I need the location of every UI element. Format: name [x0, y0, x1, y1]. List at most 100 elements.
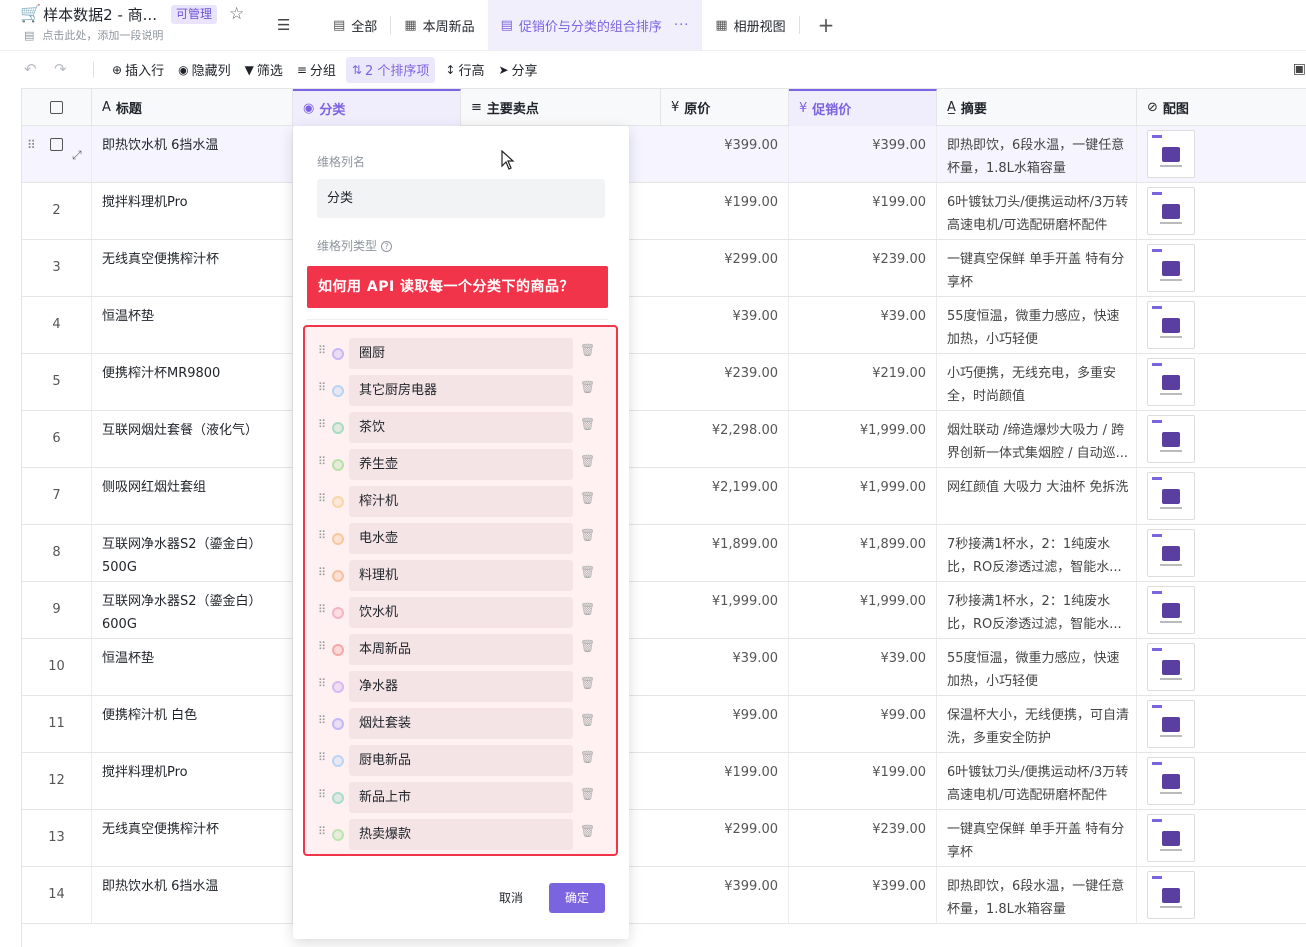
promo-price-cell[interactable]: ¥199.00 — [789, 183, 937, 239]
option-color-dot[interactable] — [332, 644, 344, 656]
option-name-input[interactable]: 榨汁机 — [349, 486, 573, 517]
orig-price-cell[interactable]: ¥239.00 — [661, 354, 789, 410]
sort-button[interactable]: ⇅ 2 个排序项 — [345, 56, 436, 83]
promo-price-cell[interactable]: ¥399.00 — [789, 867, 937, 923]
trash-icon[interactable]: 🗑 — [580, 528, 595, 542]
table-row[interactable]: 4 恒温杯垫 ¥39.00 ¥39.00 55度恒温，微重力感应，快速加热，小巧轻便 — [22, 297, 1306, 354]
orig-price-cell[interactable]: ¥39.00 — [661, 639, 789, 695]
insert-row-button[interactable]: ⊕ 插入行 — [108, 57, 168, 83]
orig-price-cell[interactable]: ¥99.00 — [661, 696, 789, 752]
hide-column-button[interactable]: ◉ 隐藏列 — [174, 57, 235, 83]
drag-handle-icon[interactable]: ⠿ — [318, 529, 326, 542]
title-cell[interactable]: 侧吸网红烟灶套组 — [92, 468, 293, 524]
title-cell[interactable]: 搅拌料理机Pro — [92, 753, 293, 809]
promo-price-cell[interactable]: ¥239.00 — [789, 240, 937, 296]
trash-icon[interactable]: 🗑 — [580, 565, 595, 579]
summary-cell[interactable]: 小巧便携，无线充电，多重安全，时尚颜值 — [937, 354, 1137, 410]
option-color-dot[interactable] — [332, 496, 344, 508]
option-name-input[interactable]: 饮水机 — [349, 597, 573, 628]
trash-icon[interactable]: 🗑 — [580, 602, 595, 616]
table-row[interactable]: 11 便携榨汁机 白色 ¥99.00 ¥99.00 保温杯大小，无线便携，可自清洗，多重… — [22, 696, 1306, 753]
promo-price-cell[interactable]: ¥1,999.00 — [789, 411, 937, 467]
summary-cell[interactable]: 6叶镀钛刀头/便携运动杯/3万转高速电机/可选配研磨杯配件 — [937, 753, 1137, 809]
option-name-input[interactable]: 料理机 — [349, 560, 573, 591]
drag-handle-icon[interactable]: ⠿ — [318, 566, 326, 579]
option-name-input[interactable]: 圈厨 — [349, 338, 573, 369]
column-header-title[interactable]: A 标题 — [92, 89, 293, 126]
title-cell[interactable]: 恒温杯垫 — [92, 297, 293, 353]
more-icon[interactable]: ··· — [674, 18, 689, 33]
promo-price-cell[interactable]: ¥219.00 — [789, 354, 937, 410]
image-cell[interactable] — [1137, 183, 1306, 239]
expand-record-icon[interactable]: ⤢ — [72, 135, 82, 175]
title-cell[interactable]: 即热饮水机 6挡水温 — [92, 867, 293, 923]
orig-price-cell[interactable]: ¥199.00 — [661, 753, 789, 809]
summary-cell[interactable]: 保温杯大小，无线便携，可自清洗，多重安全防护 — [937, 696, 1137, 752]
drag-handle-icon[interactable]: ⠿ — [318, 455, 326, 468]
image-cell[interactable] — [1137, 867, 1306, 923]
summary-cell[interactable]: 7秒接满1杯水，2：1纯废水比，RO反渗透过滤，智能水... — [937, 582, 1137, 638]
summary-cell[interactable]: 烟灶联动 /缔造爆炒大吸力 / 跨界创新一体式集烟腔 / 自动巡... — [937, 411, 1137, 467]
orig-price-cell[interactable]: ¥1,899.00 — [661, 525, 789, 581]
table-row[interactable]: ⠿ ⤢ 即热饮水机 6挡水温 ¥399.00 ¥399.00 即热即饮，6段水温，一键任意… — [22, 126, 1306, 183]
product-thumbnail[interactable] — [1147, 757, 1195, 805]
trash-icon[interactable]: 🗑 — [580, 713, 595, 727]
image-cell[interactable] — [1137, 639, 1306, 695]
field-name-input[interactable]: 分类 — [317, 179, 605, 218]
table-row[interactable]: 10 恒温杯垫 ¥39.00 ¥39.00 55度恒温，微重力感应，快速加热，小巧轻便 — [22, 639, 1306, 696]
doc-title[interactable]: 样本数据2 - 商... — [43, 4, 157, 25]
option-name-input[interactable]: 本周新品 — [349, 634, 573, 665]
promo-price-cell[interactable]: ¥1,999.00 — [789, 582, 937, 638]
summary-cell[interactable]: 7秒接满1杯水，2：1纯废水比，RO反渗透过滤，智能水... — [937, 525, 1137, 581]
product-thumbnail[interactable] — [1147, 529, 1195, 577]
promo-price-cell[interactable]: ¥239.00 — [789, 810, 937, 866]
column-header-summary[interactable]: A̲ 摘要 — [937, 89, 1137, 126]
orig-price-cell[interactable]: ¥2,199.00 — [661, 468, 789, 524]
column-header-category[interactable]: ◉ 分类 — [293, 89, 461, 126]
title-cell[interactable]: 互联网烟灶套餐（液化气） — [92, 411, 293, 467]
promo-price-cell[interactable]: ¥199.00 — [789, 753, 937, 809]
table-row[interactable]: 14 即热饮水机 6挡水温 ¥399.00 ¥399.00 即热即饮，6段水温，一键任意… — [22, 867, 1306, 924]
product-thumbnail[interactable] — [1147, 301, 1195, 349]
trash-icon[interactable]: 🗑 — [580, 380, 595, 394]
column-header-orig-price[interactable]: ¥ 原价 — [661, 89, 789, 126]
panel-toggle-icon[interactable]: ▣ — [1293, 61, 1306, 77]
drag-handle-icon[interactable]: ⠿ — [318, 825, 326, 838]
trash-icon[interactable]: 🗑 — [580, 343, 595, 357]
title-cell[interactable]: 便携榨汁杯MR9800 — [92, 354, 293, 410]
redo-icon[interactable]: ↷ — [54, 60, 67, 78]
table-row[interactable]: 9 互联网净水器S2（鎏金白）600G ¥1,999.00 ¥1,999.00 7秒接满… — [22, 582, 1306, 639]
drag-handle-icon[interactable]: ⠿ — [318, 677, 326, 690]
option-color-dot[interactable] — [332, 348, 344, 360]
promo-price-cell[interactable]: ¥1,999.00 — [789, 468, 937, 524]
trash-icon[interactable]: 🗑 — [580, 750, 595, 764]
image-cell[interactable] — [1137, 525, 1306, 581]
image-cell[interactable] — [1137, 126, 1306, 182]
option-name-input[interactable]: 新品上市 — [349, 782, 573, 813]
image-cell[interactable] — [1137, 354, 1306, 410]
title-cell[interactable]: 互联网净水器S2（鎏金白）500G — [92, 525, 293, 581]
drag-handle-icon[interactable]: ⠿ — [318, 381, 326, 394]
option-color-dot[interactable] — [332, 570, 344, 582]
summary-cell[interactable]: 即热即饮，6段水温，一键任意杯量，1.8L水箱容量 — [937, 867, 1137, 923]
table-row[interactable]: 3 无线真空便携榨汁杯 ¥299.00 ¥239.00 一键真空保鲜 单手开盖 特有分享… — [22, 240, 1306, 297]
trash-icon[interactable]: 🗑 — [580, 787, 595, 801]
drag-handle-icon[interactable]: ⠿ — [318, 751, 326, 764]
image-cell[interactable] — [1137, 696, 1306, 752]
option-color-dot[interactable] — [332, 533, 344, 545]
image-cell[interactable] — [1137, 297, 1306, 353]
drag-handle-icon[interactable]: ⠿ — [318, 418, 326, 431]
product-thumbnail[interactable] — [1147, 814, 1195, 862]
table-row[interactable]: 6 互联网烟灶套餐（液化气） ¥2,298.00 ¥1,999.00 烟灶联动 /缔造爆… — [22, 411, 1306, 468]
permission-badge[interactable]: 可管理 — [170, 4, 217, 24]
doc-description[interactable]: ▤ 点击此处，添加一段说明 — [24, 27, 163, 43]
table-row[interactable]: 5 便携榨汁杯MR9800 ¥239.00 ¥219.00 小巧便携，无线充电，多重安全… — [22, 354, 1306, 411]
column-header-selling-points[interactable]: ≡ 主要卖点 — [461, 89, 661, 126]
undo-icon[interactable]: ↶ — [24, 60, 37, 78]
group-button[interactable]: ≡ 分组 — [293, 57, 340, 83]
option-name-input[interactable]: 其它厨房电器 — [349, 375, 573, 406]
product-thumbnail[interactable] — [1147, 700, 1195, 748]
orig-price-cell[interactable]: ¥299.00 — [661, 810, 789, 866]
summary-cell[interactable]: 即热即饮，6段水温，一键任意杯量，1.8L水箱容量 — [937, 126, 1137, 182]
orig-price-cell[interactable]: ¥399.00 — [661, 126, 789, 182]
